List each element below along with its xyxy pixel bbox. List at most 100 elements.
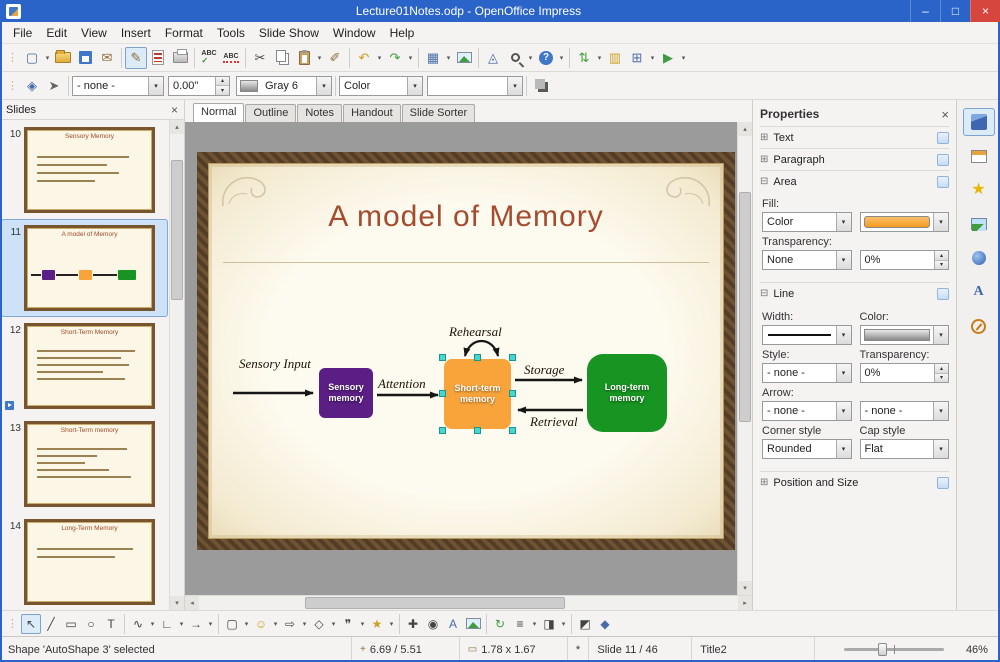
start-slideshow-icon[interactable]: ▶ [657,47,679,69]
label-sensory-input[interactable]: Sensory Input [239,356,311,372]
menu-file[interactable]: File [6,24,39,42]
connector-tool-icon[interactable]: ∟ [157,614,177,634]
expand-icon[interactable]: ⊞ [760,132,768,143]
possize-dialog-launcher-icon[interactable] [937,476,949,489]
lines-arrows-icon[interactable]: → [186,614,206,634]
glue-points-icon[interactable]: ◉ [423,614,443,634]
paste-dropdown-caret[interactable]: ▾ [315,47,324,69]
print-icon[interactable] [169,47,191,69]
dropdown-arrow-icon[interactable]: ▾ [507,76,522,95]
scroll-up-icon[interactable]: ▴ [738,122,752,136]
minimize-button[interactable]: – [910,0,940,22]
selection-handle[interactable] [509,354,516,361]
insert-table-icon[interactable]: ▦ [422,47,444,69]
menu-help[interactable]: Help [383,24,422,42]
maximize-button[interactable]: □ [940,0,970,22]
edit-points-icon[interactable]: ✚ [403,614,423,634]
line-color-select[interactable]: Gray 6 ▾ [236,75,332,96]
slide-thumbnail-12[interactable]: 12 Short-Term Memory [2,318,167,414]
section-position-size[interactable]: ⊞ Position and Size [760,471,949,493]
tab-slide-sorter[interactable]: Slide Sorter [401,104,476,122]
extrusion-icon[interactable]: ◩ [575,614,595,634]
dropdown-arrow-icon[interactable]: ▾ [148,76,163,95]
tab-outline[interactable]: Outline [245,104,297,122]
redo-dropdown-caret[interactable]: ▾ [406,47,415,69]
slides-scrollbar[interactable]: ▴ ▾ [169,120,184,610]
label-storage[interactable]: Storage [524,362,564,378]
label-rehearsal[interactable]: Rehearsal [449,324,502,340]
curve-tool-icon[interactable]: ∿ [128,614,148,634]
styles-window-icon[interactable]: ◈ [21,75,43,97]
spin-up-icon[interactable]: ▴ [935,364,948,374]
selection-handle[interactable] [473,427,481,434]
block-arrows-icon[interactable]: ⇨ [280,614,300,634]
save-icon[interactable] [74,47,96,69]
area-style-select[interactable]: Color ▾ [339,75,423,96]
scroll-up-icon[interactable]: ▴ [170,120,184,134]
fill-color-select[interactable]: ▾ [427,75,523,96]
slide-thumbnail-14[interactable]: 14 Long-Term Memory [2,514,167,610]
flowchart-icon[interactable]: ◇ [309,614,329,634]
corner-style-select[interactable]: Rounded ▾ [762,439,852,459]
insert-image-icon[interactable] [453,47,475,69]
stars-dropdown-caret[interactable]: ▾ [387,613,396,635]
scroll-left-icon[interactable]: ◂ [185,596,199,610]
custom-animation-icon[interactable]: ★ [963,176,995,204]
undo-dropdown-caret[interactable]: ▾ [375,47,384,69]
line-color-picker[interactable]: ▾ [859,325,949,345]
interaction-icon[interactable]: ◆ [595,614,615,634]
slide-thumbnail-13[interactable]: 13 Short-Term memory [2,416,167,512]
slideshow-dropdown-caret[interactable]: ▾ [679,47,688,69]
symbol-shapes-icon[interactable]: ☺ [251,614,271,634]
alignment-icon[interactable]: ≡ [510,614,530,634]
properties-icon[interactable] [962,108,995,136]
clone-formatting-icon[interactable]: ✐ [324,47,346,69]
spin-down-icon[interactable]: ▾ [216,86,229,95]
spin-up-icon[interactable]: ▴ [935,251,948,261]
zoom-icon[interactable] [504,47,526,69]
zoom-percentage[interactable]: 46% [958,637,1000,662]
expand-icon[interactable]: ⊞ [760,154,768,165]
insert-from-file-icon[interactable] [463,614,483,634]
connector-dropdown-caret[interactable]: ▾ [177,613,186,635]
display-grid-icon[interactable]: ⊞ [626,47,648,69]
dropdown-arrow-icon[interactable]: ▾ [835,364,851,382]
close-icon[interactable]: × [171,103,178,117]
section-paragraph[interactable]: ⊞ Paragraph [760,148,949,170]
menu-edit[interactable]: Edit [39,24,74,42]
arrow-end-select[interactable]: - none - ▾ [859,401,949,421]
selection-handle[interactable] [439,427,446,434]
fill-type-select[interactable]: Color ▾ [762,212,852,232]
shadow-icon[interactable] [530,75,552,97]
page-style-field[interactable]: Title2 [692,637,815,662]
rotate-icon[interactable]: ↻ [490,614,510,634]
open-icon[interactable] [52,47,74,69]
transparency-value-input[interactable]: 0% ▴ ▾ [859,250,949,270]
new-document-icon[interactable]: ▢ [21,47,43,69]
dropdown-arrow-icon[interactable]: ▾ [933,402,948,420]
spellcheck-icon[interactable]: ABC ✓ [198,47,220,69]
select-tool-icon[interactable]: ↖ [21,613,41,634]
menu-view[interactable]: View [74,24,114,42]
export-pdf-icon[interactable] [147,47,169,69]
dropdown-arrow-icon[interactable]: ▾ [835,402,851,420]
dropdown-arrow-icon[interactable]: ▾ [316,76,331,95]
scrollbar-thumb[interactable] [739,192,751,422]
arrow-start-select[interactable]: - none - ▾ [762,401,852,421]
paragraph-dialog-launcher-icon[interactable] [937,153,949,166]
menu-format[interactable]: Format [158,24,210,42]
new-dropdown-caret[interactable]: ▾ [43,47,52,69]
navigator-icon[interactable]: ⇅ [573,47,595,69]
shape-sensory-memory[interactable]: Sensory memory [319,368,373,418]
toolbar-grip[interactable]: ⋮ [4,617,21,630]
close-icon[interactable]: × [941,107,949,122]
flowchart-dropdown-caret[interactable]: ▾ [329,613,338,635]
help-dropdown-caret[interactable]: ▾ [557,47,566,69]
arrange-icon[interactable]: ◨ [539,614,559,634]
slide-thumbnail-10[interactable]: 10 Sensory Memory [2,122,167,218]
styles-icon[interactable]: A [963,278,995,306]
table-dropdown-caret[interactable]: ▾ [444,47,453,69]
tab-handout[interactable]: Handout [343,104,401,122]
shape-long-term-memory[interactable]: Long-term memory [587,354,667,432]
paste-icon[interactable] [293,47,315,69]
